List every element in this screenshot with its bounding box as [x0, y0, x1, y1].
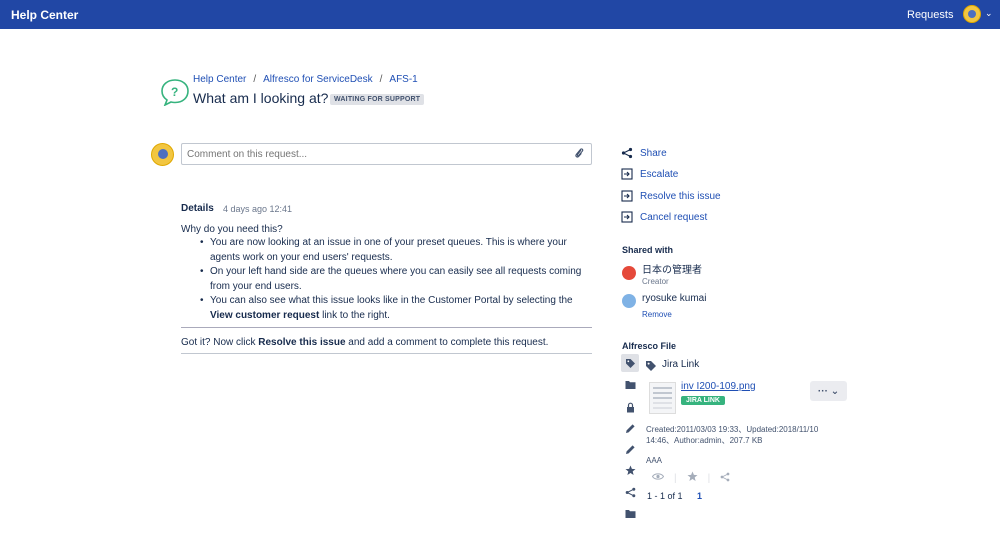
tag-icon	[646, 361, 656, 371]
person-name: ryosuke kumai	[642, 293, 707, 304]
remove-link[interactable]: Remove	[642, 310, 672, 319]
list-item: On your left hand side are the queues wh…	[197, 265, 597, 294]
person-name: 日本の管理者	[642, 265, 702, 276]
breadcrumb-separator: /	[379, 74, 383, 85]
share-icon[interactable]	[720, 472, 730, 485]
alfresco-file-heading: Alfresco File	[622, 341, 677, 351]
details-list: You are now looking at an issue in one o…	[197, 236, 597, 323]
chevron-down-icon[interactable]: ⌄	[985, 8, 993, 19]
resolve-label: Resolve this issue	[640, 190, 721, 202]
user-avatar[interactable]	[963, 5, 981, 23]
star-icon[interactable]	[621, 461, 639, 479]
favorite-icon[interactable]	[687, 471, 698, 485]
divider: |	[707, 472, 711, 484]
list-item-bold: View customer request	[210, 309, 320, 321]
jira-link-label: Jira Link	[662, 359, 700, 370]
help-center-link[interactable]: Help Center	[11, 8, 78, 22]
jira-link-badge: JIRA LINK	[681, 396, 725, 405]
share-action[interactable]: Share	[621, 147, 667, 159]
avatar	[622, 266, 636, 280]
shared-person-creator: 日本の管理者 Creator	[622, 265, 702, 287]
pagination-page-1[interactable]: 1	[697, 491, 702, 501]
commenter-avatar	[151, 143, 174, 166]
share-icon	[621, 147, 633, 159]
file-mini-actions: | |	[651, 471, 740, 485]
divider: |	[674, 472, 677, 484]
cancel-icon	[621, 211, 633, 223]
edit-icon[interactable]	[621, 419, 639, 437]
got-it-post: and add a comment to complete this reque…	[345, 337, 549, 348]
list-item-text: link to the right.	[319, 309, 390, 321]
list-item-text: You can also see what this issue looks l…	[210, 295, 573, 306]
person-info: 日本の管理者 Creator	[642, 265, 702, 287]
divider	[181, 327, 592, 328]
breadcrumb-separator: /	[253, 74, 257, 85]
shared-with-heading: Shared with	[622, 245, 674, 255]
attachment-icon[interactable]	[574, 147, 584, 159]
comment-input[interactable]	[181, 143, 592, 165]
pagination-range: 1 - 1 of 1	[647, 491, 683, 501]
resolve-action[interactable]: Resolve this issue	[621, 190, 721, 202]
share-label: Share	[640, 147, 667, 159]
status-badge: WAITING FOR SUPPORT	[330, 94, 425, 105]
requests-link[interactable]: Requests	[907, 9, 953, 21]
file-name-link[interactable]: inv I200-109.png	[681, 381, 756, 392]
person-role: Creator	[642, 277, 669, 286]
shared-person: ryosuke kumai	[622, 293, 706, 308]
escalate-icon	[621, 168, 633, 180]
help-bubble-icon: ?	[161, 79, 189, 106]
tag-icon[interactable]	[621, 354, 639, 372]
resolve-icon	[621, 190, 633, 202]
svg-text:?: ?	[171, 85, 178, 99]
details-timestamp: 4 days ago 12:41	[223, 204, 293, 214]
lock-icon[interactable]	[621, 398, 639, 416]
breadcrumb: Help Center / Alfresco for ServiceDesk / AFS…	[193, 74, 418, 85]
details-question: Why do you need this?	[181, 224, 283, 235]
escalate-label: Escalate	[640, 168, 679, 180]
avatar	[622, 294, 636, 308]
top-navigation-bar: Help Center Requests ⌄	[0, 0, 1000, 29]
details-heading: Details	[181, 203, 214, 214]
got-it-pre: Got it? Now click	[181, 337, 259, 348]
cancel-label: Cancel request	[640, 211, 708, 223]
page-title: What am I looking at?	[193, 90, 329, 106]
cancel-request-action[interactable]: Cancel request	[621, 211, 707, 223]
more-actions-button[interactable]: ··· ⌄	[810, 381, 847, 401]
got-it-bold: Resolve this issue	[258, 337, 346, 348]
breadcrumb-issue-key[interactable]: AFS-1	[389, 74, 417, 85]
got-it-text: Got it? Now click Resolve this issue and…	[181, 337, 548, 348]
file-description: AAA	[646, 456, 663, 465]
folder-icon[interactable]	[621, 505, 639, 523]
file-thumbnail[interactable]	[649, 382, 676, 414]
edit-properties-icon[interactable]	[621, 440, 639, 458]
file-metadata: Created:2011/03/03 19:33、Updated:2018/11…	[646, 425, 819, 445]
breadcrumb-project[interactable]: Alfresco for ServiceDesk	[263, 74, 372, 85]
view-icon[interactable]	[651, 472, 665, 484]
list-item: You are now looking at an issue in one o…	[197, 236, 597, 265]
escalate-action[interactable]: Escalate	[621, 168, 678, 180]
list-item: You can also see what this issue looks l…	[197, 294, 597, 323]
share-icon[interactable]	[621, 483, 639, 501]
divider	[181, 353, 592, 354]
breadcrumb-help-center[interactable]: Help Center	[193, 74, 246, 85]
person-info: ryosuke kumai	[642, 293, 706, 305]
folder-move-icon[interactable]	[621, 376, 639, 394]
